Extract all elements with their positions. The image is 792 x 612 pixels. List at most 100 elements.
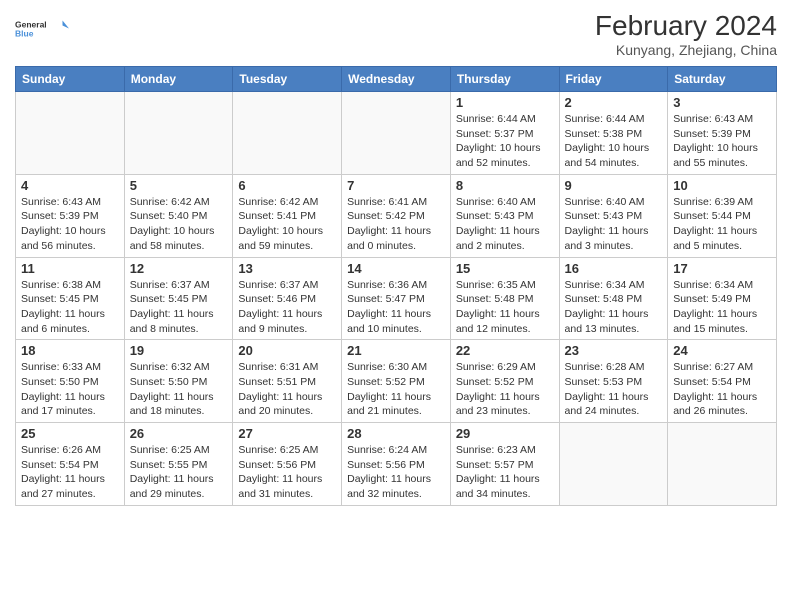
calendar-cell xyxy=(342,92,451,175)
calendar-body: 1Sunrise: 6:44 AM Sunset: 5:37 PM Daylig… xyxy=(16,92,777,506)
calendar-cell: 27 Sunrise: 6:25 AM Sunset: 5:56 PM Dayli… xyxy=(233,423,342,506)
day-number: 3 xyxy=(673,95,771,110)
calendar-cell: 4 Sunrise: 6:43 AM Sunset: 5:39 PM Daylig… xyxy=(16,174,125,257)
calendar-cell: 19 Sunrise: 6:32 AM Sunset: 5:50 PM Dayli… xyxy=(124,340,233,423)
calendar-week-row: 11Sunrise: 6:38 AM Sunset: 5:45 PM Dayli… xyxy=(16,257,777,340)
day-info: Sunrise: 6:31 AM Sunset: 5:51 PM Dayligh… xyxy=(238,360,336,419)
day-info: Sunrise: 6:26 AM Sunset: 5:54 PM Dayligh… xyxy=(21,443,119,502)
day-info: Sunrise: 6:27 AM Sunset: 5:54 PM Dayligh… xyxy=(673,360,771,419)
location: Kunyang, Zhejiang, China xyxy=(595,42,777,58)
calendar-cell: 12Sunrise: 6:37 AM Sunset: 5:45 PM Dayli… xyxy=(124,257,233,340)
day-info: Sunrise: 6:25 AM Sunset: 5:56 PM Dayligh… xyxy=(238,443,336,502)
day-number: 27 xyxy=(238,426,336,441)
day-number: 20 xyxy=(238,343,336,358)
day-info: Sunrise: 6:41 AM Sunset: 5:42 PM Dayligh… xyxy=(347,195,445,254)
day-info: Sunrise: 6:37 AM Sunset: 5:45 PM Dayligh… xyxy=(130,278,228,337)
day-info: Sunrise: 6:32 AM Sunset: 5:50 PM Dayligh… xyxy=(130,360,228,419)
calendar-cell: 18 Sunrise: 6:33 AM Sunset: 5:50 PM Dayli… xyxy=(16,340,125,423)
calendar-cell xyxy=(233,92,342,175)
calendar-header-row: SundayMondayTuesdayWednesdayThursdayFrid… xyxy=(16,67,777,92)
day-number: 18 xyxy=(21,343,119,358)
day-number: 16 xyxy=(565,261,663,276)
calendar-cell: 6Sunrise: 6:42 AM Sunset: 5:41 PM Daylig… xyxy=(233,174,342,257)
day-info: Sunrise: 6:42 AM Sunset: 5:41 PM Dayligh… xyxy=(238,195,336,254)
calendar-cell: 8 Sunrise: 6:40 AM Sunset: 5:43 PM Daylig… xyxy=(450,174,559,257)
day-number: 5 xyxy=(130,178,228,193)
day-of-week-header: Sunday xyxy=(16,67,125,92)
calendar-cell: 20 Sunrise: 6:31 AM Sunset: 5:51 PM Dayli… xyxy=(233,340,342,423)
day-info: Sunrise: 6:29 AM Sunset: 5:52 PM Dayligh… xyxy=(456,360,554,419)
calendar-table: SundayMondayTuesdayWednesdayThursdayFrid… xyxy=(15,66,777,506)
day-info: Sunrise: 6:28 AM Sunset: 5:53 PM Dayligh… xyxy=(565,360,663,419)
day-info: Sunrise: 6:36 AM Sunset: 5:47 PM Dayligh… xyxy=(347,278,445,337)
day-number: 22 xyxy=(456,343,554,358)
calendar-cell: 29 Sunrise: 6:23 AM Sunset: 5:57 PM Dayli… xyxy=(450,423,559,506)
day-number: 28 xyxy=(347,426,445,441)
day-number: 26 xyxy=(130,426,228,441)
calendar-week-row: 4 Sunrise: 6:43 AM Sunset: 5:39 PM Daylig… xyxy=(16,174,777,257)
calendar-cell: 23 Sunrise: 6:28 AM Sunset: 5:53 PM Dayli… xyxy=(559,340,668,423)
calendar-cell: 22 Sunrise: 6:29 AM Sunset: 5:52 PM Dayli… xyxy=(450,340,559,423)
day-of-week-header: Wednesday xyxy=(342,67,451,92)
calendar-cell: 16 Sunrise: 6:34 AM Sunset: 5:48 PM Dayli… xyxy=(559,257,668,340)
calendar-cell: 5 Sunrise: 6:42 AM Sunset: 5:40 PM Daylig… xyxy=(124,174,233,257)
day-number: 2 xyxy=(565,95,663,110)
title-block: February 2024 Kunyang, Zhejiang, China xyxy=(595,10,777,58)
day-number: 4 xyxy=(21,178,119,193)
day-info: Sunrise: 6:44 AM Sunset: 5:38 PM Dayligh… xyxy=(565,112,663,171)
day-of-week-header: Thursday xyxy=(450,67,559,92)
day-number: 25 xyxy=(21,426,119,441)
day-number: 8 xyxy=(456,178,554,193)
day-info: Sunrise: 6:34 AM Sunset: 5:49 PM Dayligh… xyxy=(673,278,771,337)
day-info: Sunrise: 6:39 AM Sunset: 5:44 PM Dayligh… xyxy=(673,195,771,254)
day-info: Sunrise: 6:30 AM Sunset: 5:52 PM Dayligh… xyxy=(347,360,445,419)
day-number: 14 xyxy=(347,261,445,276)
calendar-cell: 13 Sunrise: 6:37 AM Sunset: 5:46 PM Dayli… xyxy=(233,257,342,340)
calendar-cell: 10 Sunrise: 6:39 AM Sunset: 5:44 PM Dayli… xyxy=(668,174,777,257)
day-number: 15 xyxy=(456,261,554,276)
calendar-cell: 28 Sunrise: 6:24 AM Sunset: 5:56 PM Dayli… xyxy=(342,423,451,506)
day-info: Sunrise: 6:42 AM Sunset: 5:40 PM Dayligh… xyxy=(130,195,228,254)
day-info: Sunrise: 6:43 AM Sunset: 5:39 PM Dayligh… xyxy=(21,195,119,254)
day-of-week-header: Saturday xyxy=(668,67,777,92)
day-number: 10 xyxy=(673,178,771,193)
day-of-week-header: Friday xyxy=(559,67,668,92)
day-info: Sunrise: 6:34 AM Sunset: 5:48 PM Dayligh… xyxy=(565,278,663,337)
calendar-week-row: 1Sunrise: 6:44 AM Sunset: 5:37 PM Daylig… xyxy=(16,92,777,175)
calendar-cell xyxy=(124,92,233,175)
header: General Blue February 2024 Kunyang, Zhej… xyxy=(15,10,777,58)
calendar-cell: 1Sunrise: 6:44 AM Sunset: 5:37 PM Daylig… xyxy=(450,92,559,175)
day-number: 9 xyxy=(565,178,663,193)
calendar-cell: 9Sunrise: 6:40 AM Sunset: 5:43 PM Daylig… xyxy=(559,174,668,257)
calendar-cell: 24Sunrise: 6:27 AM Sunset: 5:54 PM Dayli… xyxy=(668,340,777,423)
day-info: Sunrise: 6:23 AM Sunset: 5:57 PM Dayligh… xyxy=(456,443,554,502)
calendar-cell: 2 Sunrise: 6:44 AM Sunset: 5:38 PM Daylig… xyxy=(559,92,668,175)
day-info: Sunrise: 6:35 AM Sunset: 5:48 PM Dayligh… xyxy=(456,278,554,337)
calendar-cell xyxy=(16,92,125,175)
day-info: Sunrise: 6:33 AM Sunset: 5:50 PM Dayligh… xyxy=(21,360,119,419)
day-of-week-header: Monday xyxy=(124,67,233,92)
day-info: Sunrise: 6:40 AM Sunset: 5:43 PM Dayligh… xyxy=(456,195,554,254)
day-number: 23 xyxy=(565,343,663,358)
calendar-cell xyxy=(668,423,777,506)
svg-text:Blue: Blue xyxy=(15,29,34,39)
day-info: Sunrise: 6:24 AM Sunset: 5:56 PM Dayligh… xyxy=(347,443,445,502)
svg-text:General: General xyxy=(15,20,47,30)
logo: General Blue xyxy=(15,10,70,48)
calendar-cell: 11Sunrise: 6:38 AM Sunset: 5:45 PM Dayli… xyxy=(16,257,125,340)
calendar-week-row: 18 Sunrise: 6:33 AM Sunset: 5:50 PM Dayli… xyxy=(16,340,777,423)
day-info: Sunrise: 6:37 AM Sunset: 5:46 PM Dayligh… xyxy=(238,278,336,337)
calendar-cell: 7Sunrise: 6:41 AM Sunset: 5:42 PM Daylig… xyxy=(342,174,451,257)
page: General Blue February 2024 Kunyang, Zhej… xyxy=(0,0,792,612)
day-number: 11 xyxy=(21,261,119,276)
day-number: 19 xyxy=(130,343,228,358)
calendar-cell: 26 Sunrise: 6:25 AM Sunset: 5:55 PM Dayli… xyxy=(124,423,233,506)
logo-svg: General Blue xyxy=(15,10,70,48)
day-number: 13 xyxy=(238,261,336,276)
month-year: February 2024 xyxy=(595,10,777,42)
calendar-cell: 3Sunrise: 6:43 AM Sunset: 5:39 PM Daylig… xyxy=(668,92,777,175)
calendar-cell: 25 Sunrise: 6:26 AM Sunset: 5:54 PM Dayli… xyxy=(16,423,125,506)
day-number: 1 xyxy=(456,95,554,110)
day-info: Sunrise: 6:25 AM Sunset: 5:55 PM Dayligh… xyxy=(130,443,228,502)
day-number: 29 xyxy=(456,426,554,441)
